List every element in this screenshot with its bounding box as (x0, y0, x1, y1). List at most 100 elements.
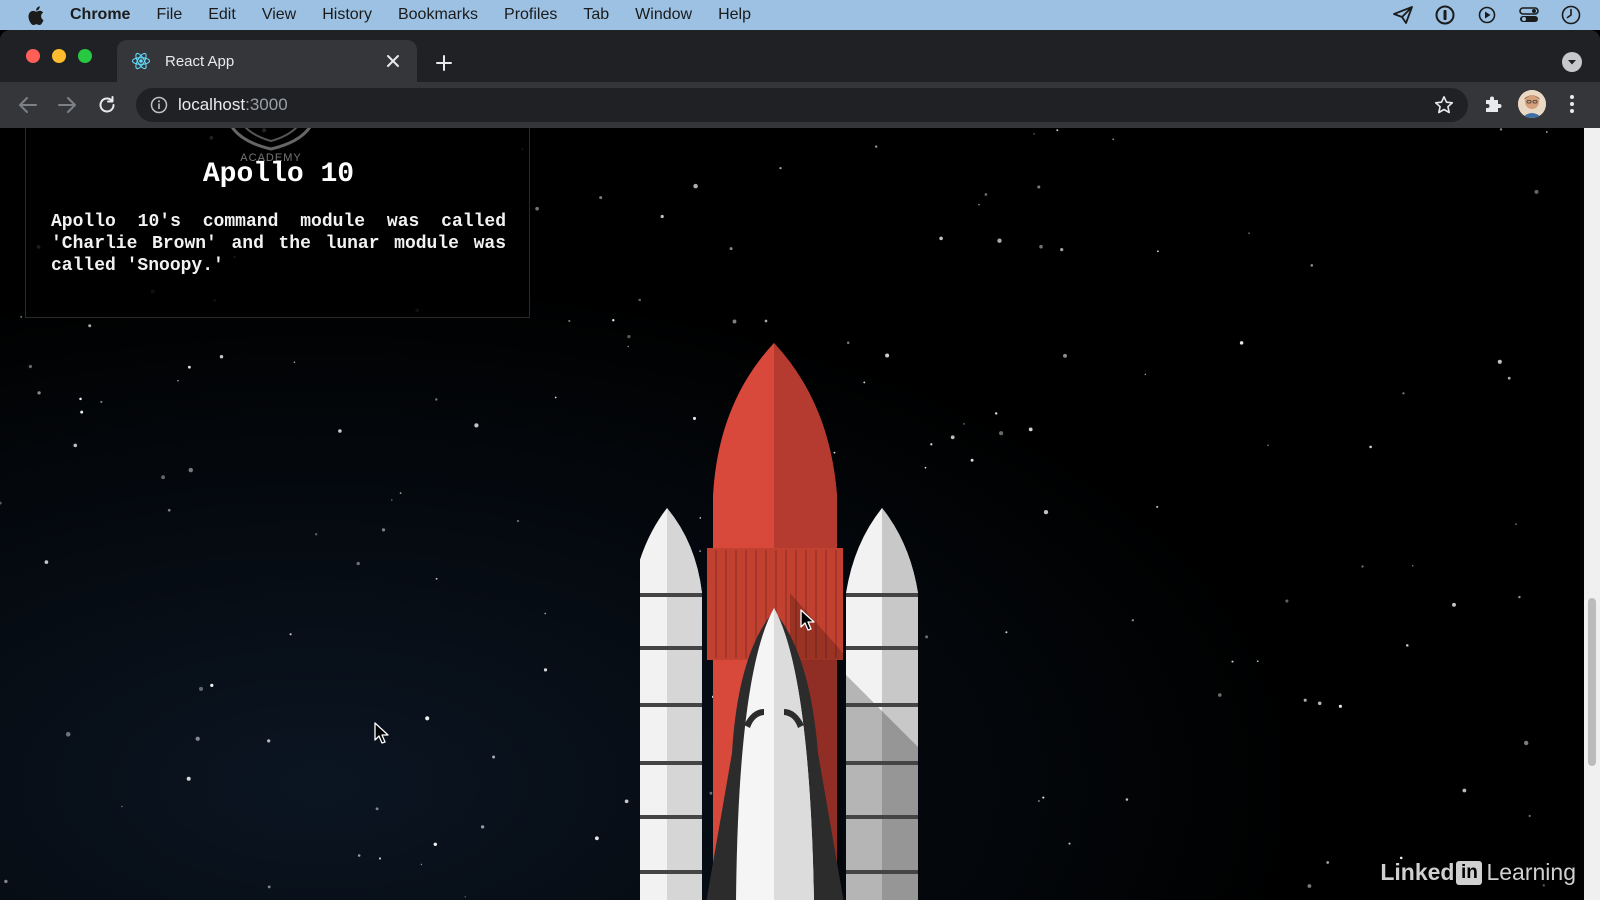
bookmark-star-icon[interactable] (1434, 95, 1454, 115)
star (1545, 131, 1548, 133)
play-icon[interactable] (1476, 4, 1498, 26)
menu-window[interactable]: Window (635, 6, 692, 24)
star (874, 145, 878, 148)
linkedin-learning-watermark: Linked in Learning (1380, 859, 1576, 886)
menu-view[interactable]: View (262, 6, 296, 24)
mouse-pointer-icon (374, 722, 389, 744)
star (627, 345, 629, 348)
profile-avatar[interactable] (1518, 90, 1546, 118)
star (1303, 698, 1307, 702)
menu-edit[interactable]: Edit (208, 6, 236, 24)
star (0, 501, 2, 505)
tab-react-app[interactable]: React App (117, 40, 417, 82)
vertical-scrollbar[interactable] (1584, 128, 1600, 900)
send-icon[interactable] (1392, 4, 1414, 26)
menu-bookmarks[interactable]: Bookmarks (398, 6, 478, 24)
scrollbar-thumb[interactable] (1588, 598, 1596, 766)
browser-toolbar: localhost:3000 (0, 82, 1600, 128)
star (20, 316, 23, 318)
star (1402, 392, 1405, 395)
tab-strip: React App (0, 30, 1600, 82)
star (1267, 444, 1269, 447)
site-info-icon[interactable] (150, 96, 168, 114)
password-manager-icon[interactable] (1434, 4, 1456, 26)
new-tab-plus-icon[interactable] (433, 52, 455, 74)
star (1112, 138, 1115, 141)
fact-card: ACADEMY Apollo 10 Apollo 10's command mo… (25, 128, 530, 318)
macos-menubar: Chrome File Edit View History Bookmarks … (0, 0, 1600, 30)
menu-tab[interactable]: Tab (583, 6, 609, 24)
star (732, 319, 737, 324)
star (1060, 248, 1064, 252)
tab-search-chevron-icon[interactable] (1562, 52, 1582, 72)
back-arrow-icon[interactable] (15, 92, 41, 118)
star (121, 805, 123, 808)
star (1043, 509, 1049, 515)
star (186, 776, 191, 781)
menu-history[interactable]: History (322, 6, 372, 24)
star (638, 298, 642, 302)
watermark-in-logo: in (1456, 860, 1483, 885)
react-logo-icon (131, 51, 151, 71)
chrome-menu-kebab-icon[interactable] (1558, 90, 1586, 118)
clock-icon[interactable] (1560, 4, 1582, 26)
control-center-icon[interactable] (1518, 4, 1540, 26)
star (1039, 244, 1043, 249)
url-text[interactable]: localhost:3000 (178, 95, 288, 115)
window-close-button[interactable] (26, 49, 40, 63)
star (177, 379, 179, 382)
star (399, 492, 402, 494)
star (1307, 884, 1312, 888)
tab-title: React App (165, 52, 235, 70)
star (997, 238, 1002, 243)
star (293, 361, 296, 363)
star (1144, 373, 1147, 376)
menu-help[interactable]: Help (718, 6, 751, 24)
space-shuttle-illustration (640, 343, 918, 900)
star (100, 400, 103, 403)
star (435, 398, 438, 401)
menu-profiles[interactable]: Profiles (504, 6, 557, 24)
star (65, 732, 71, 737)
star (612, 319, 615, 322)
star (480, 825, 485, 829)
tab-close-icon[interactable] (381, 49, 405, 73)
star (1033, 133, 1035, 135)
address-bar[interactable]: localhost:3000 (136, 88, 1468, 122)
star (435, 577, 438, 580)
star (390, 499, 393, 501)
star (1231, 660, 1234, 663)
star (1534, 189, 1539, 194)
watermark-learning: Learning (1486, 859, 1576, 885)
reload-icon[interactable] (94, 92, 120, 118)
star (1068, 842, 1071, 845)
star (1515, 523, 1517, 525)
forward-arrow-icon[interactable] (54, 92, 80, 118)
star (356, 561, 360, 566)
star (219, 354, 224, 359)
menu-file[interactable]: File (156, 6, 182, 24)
star (375, 807, 379, 811)
star (4, 879, 8, 884)
star (984, 193, 988, 196)
star (167, 508, 171, 512)
apple-icon[interactable] (24, 5, 48, 25)
star (594, 836, 599, 841)
star (1518, 595, 1521, 599)
star (978, 203, 980, 206)
extensions-puzzle-icon[interactable] (1479, 90, 1507, 118)
star (1406, 644, 1409, 647)
star (544, 612, 547, 615)
star (1156, 505, 1159, 508)
star (1037, 799, 1040, 803)
star (80, 410, 84, 414)
star (79, 397, 82, 401)
star (381, 528, 386, 532)
menu-chrome[interactable]: Chrome (70, 6, 130, 24)
star (1452, 602, 1456, 607)
star (161, 475, 166, 480)
star (1497, 359, 1502, 364)
window-minimize-button[interactable] (52, 49, 66, 63)
window-zoom-button[interactable] (78, 49, 92, 63)
star (1239, 341, 1244, 345)
